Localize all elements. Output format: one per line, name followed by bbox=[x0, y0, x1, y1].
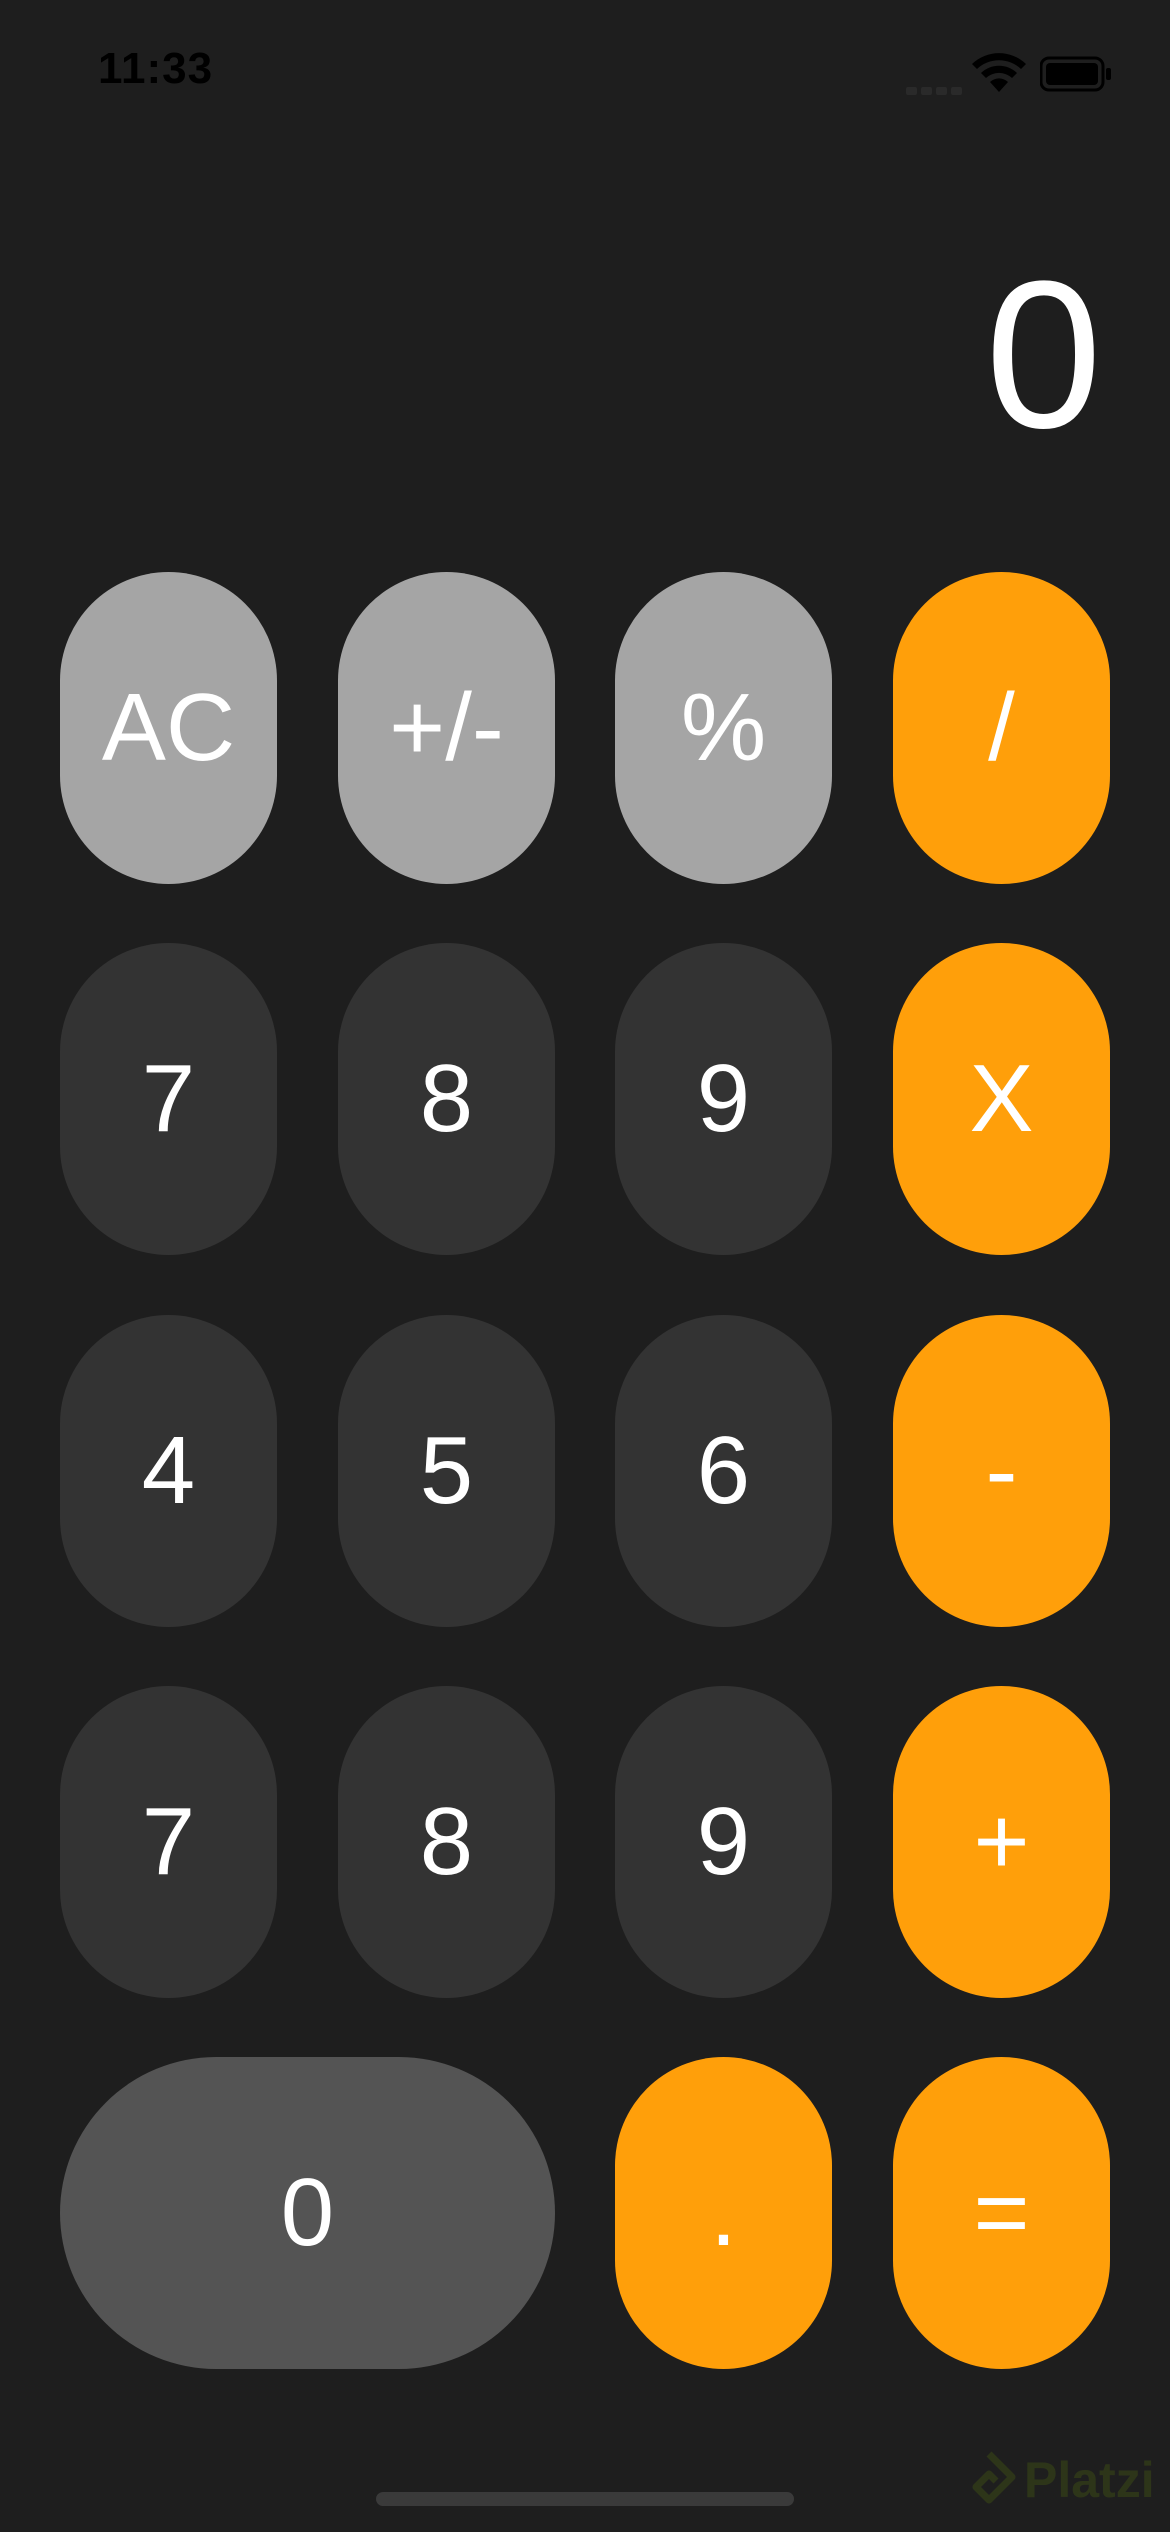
cellular-signal-icon bbox=[906, 82, 966, 95]
digit-7-button[interactable]: 7 bbox=[60, 943, 277, 1255]
digit-6-button[interactable]: 6 bbox=[615, 1315, 832, 1627]
subtract-button[interactable]: - bbox=[893, 1315, 1110, 1627]
digit-8-button[interactable]: 8 bbox=[338, 1686, 555, 1998]
digit-5-button[interactable]: 5 bbox=[338, 1315, 555, 1627]
wifi-icon bbox=[972, 53, 1026, 92]
all-clear-button[interactable]: AC bbox=[60, 572, 277, 884]
result-display: 0 bbox=[985, 237, 1102, 472]
digit-9-button[interactable]: 9 bbox=[615, 1686, 832, 1998]
add-button[interactable]: + bbox=[893, 1686, 1110, 1998]
status-time: 11:33 bbox=[98, 44, 214, 93]
percent-button[interactable]: % bbox=[615, 572, 832, 884]
watermark-text: Platzi bbox=[1024, 2452, 1155, 2508]
digit-4-button[interactable]: 4 bbox=[60, 1315, 277, 1627]
platzi-watermark: Platzi bbox=[962, 2440, 1170, 2520]
digit-9-button[interactable]: 9 bbox=[615, 943, 832, 1255]
battery-icon bbox=[1040, 56, 1111, 92]
digit-7-button[interactable]: 7 bbox=[60, 1686, 277, 1998]
digit-8-button[interactable]: 8 bbox=[338, 943, 555, 1255]
platzi-logo-icon bbox=[972, 2451, 1016, 2504]
digit-0-button[interactable]: 0 bbox=[60, 2057, 555, 2369]
equals-button[interactable]: = bbox=[893, 2057, 1110, 2369]
decimal-button[interactable]: . bbox=[615, 2057, 832, 2369]
keypad: AC +/- % / 7 8 9 X 4 5 6 - 7 8 9 + 0 . = bbox=[60, 572, 1110, 2372]
home-indicator[interactable] bbox=[376, 2492, 794, 2506]
divide-button[interactable]: / bbox=[893, 572, 1110, 884]
status-bar: 11:33 bbox=[0, 0, 1170, 150]
toggle-sign-button[interactable]: +/- bbox=[338, 572, 555, 884]
multiply-button[interactable]: X bbox=[893, 943, 1110, 1255]
